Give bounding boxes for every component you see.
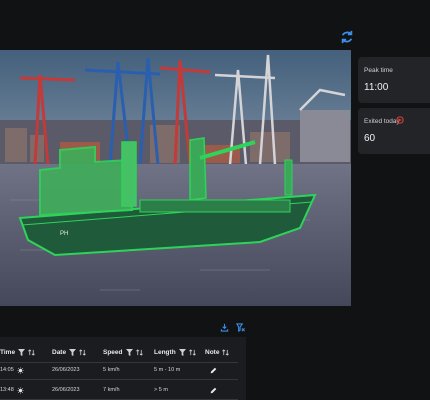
cell-time: 13:48 bbox=[0, 387, 14, 393]
exited-today-value: 60 bbox=[364, 133, 376, 144]
sun-icon bbox=[17, 387, 24, 394]
column-header-speed[interactable]: Speed bbox=[103, 349, 143, 356]
filter-icon[interactable] bbox=[69, 349, 77, 356]
header-label: Note bbox=[205, 349, 220, 356]
row-divider bbox=[0, 379, 238, 380]
cell-length: 5 m - 10 m bbox=[154, 367, 181, 373]
filter-icon[interactable] bbox=[18, 349, 26, 356]
header-label: Time bbox=[0, 349, 16, 356]
exited-today-card: Exited today 60 bbox=[358, 108, 430, 154]
filter-icon[interactable] bbox=[125, 349, 133, 356]
edit-icon[interactable] bbox=[210, 387, 217, 394]
camera-feed: PH bbox=[0, 50, 351, 306]
sun-icon bbox=[17, 367, 24, 374]
cell-speed: 7 km/h bbox=[103, 387, 120, 393]
refresh-icon[interactable] bbox=[340, 30, 354, 44]
clear-filter-icon[interactable] bbox=[236, 323, 245, 332]
exited-today-label: Exited today bbox=[364, 118, 400, 125]
sort-icon[interactable] bbox=[135, 349, 143, 356]
sort-icon[interactable] bbox=[79, 349, 86, 356]
cell-date: 26/06/2023 bbox=[52, 367, 80, 373]
cell-speed: 5 km/h bbox=[103, 367, 120, 373]
header-label: Date bbox=[52, 349, 67, 356]
column-header-length[interactable]: Length bbox=[154, 349, 196, 356]
export-icon[interactable] bbox=[220, 323, 229, 332]
cell-length: > 5 m bbox=[154, 387, 168, 393]
filter-icon[interactable] bbox=[178, 349, 186, 356]
peak-time-card: Peak time 11:00 bbox=[358, 57, 430, 103]
vessel-table: Time Date Speed Length Note 14:05 26/06/… bbox=[0, 337, 246, 400]
cell-date: 26/06/2023 bbox=[52, 387, 80, 393]
svg-text:PH: PH bbox=[60, 231, 68, 237]
column-header-date[interactable]: Date bbox=[52, 349, 86, 356]
column-header-time[interactable]: Time bbox=[0, 349, 35, 356]
header-label: Speed bbox=[103, 349, 123, 356]
top-bar bbox=[0, 0, 430, 50]
table-header-divider bbox=[0, 362, 238, 363]
column-header-note[interactable]: Note bbox=[205, 349, 230, 356]
peak-time-label: Peak time bbox=[364, 67, 393, 74]
sort-icon[interactable] bbox=[222, 349, 230, 356]
cell-time: 14:05 bbox=[0, 367, 14, 373]
exit-arrow-icon bbox=[396, 116, 404, 124]
sort-icon[interactable] bbox=[28, 349, 35, 356]
peak-time-value: 11:00 bbox=[364, 82, 389, 93]
header-label: Length bbox=[154, 349, 176, 356]
sort-icon[interactable] bbox=[188, 349, 196, 356]
edit-icon[interactable] bbox=[210, 367, 217, 374]
